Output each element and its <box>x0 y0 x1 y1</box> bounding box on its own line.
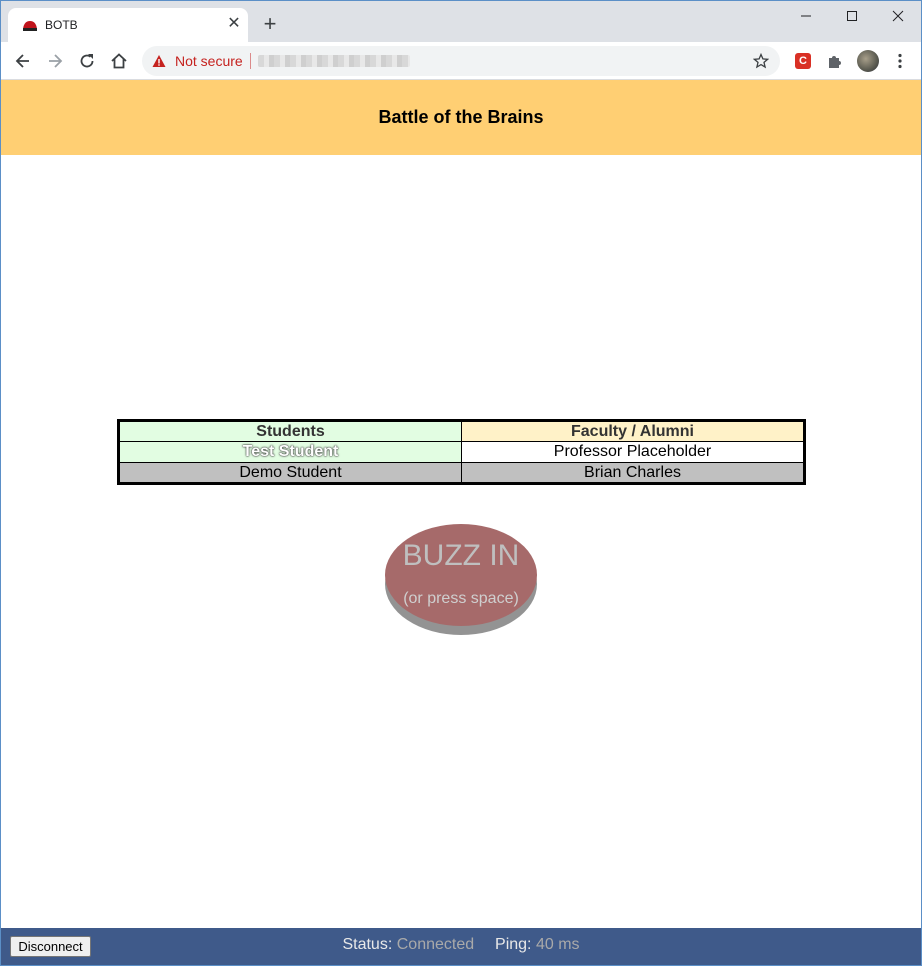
column-header-faculty: Faculty / Alumni <box>461 420 805 442</box>
buzz-label: BUZZ IN <box>402 539 520 572</box>
maximize-icon[interactable] <box>842 6 862 26</box>
warning-icon[interactable] <box>152 54 166 68</box>
status-label: Status: <box>342 936 393 953</box>
player-cell: Brian Charles <box>461 462 805 484</box>
url-text-redacted[interactable] <box>258 55 410 67</box>
profile-avatar[interactable] <box>857 50 879 72</box>
security-status[interactable]: Not secure <box>175 53 243 69</box>
tab-close-icon[interactable]: ✕ <box>226 16 242 32</box>
player-cell: Professor Placeholder <box>461 441 805 463</box>
omnibox-divider <box>250 53 251 69</box>
scoreboard-table: Students Faculty / Alumni Test Student P… <box>117 419 806 485</box>
status-bar: Disconnect Status: Connected Ping: 40 ms <box>1 928 921 965</box>
column-header-students: Students <box>118 420 462 442</box>
player-cell-active: Test Student <box>118 441 462 463</box>
buzz-hint: (or press space) <box>403 590 519 607</box>
page-header: Battle of the Brains <box>1 80 921 155</box>
extension-c-icon[interactable]: C <box>795 53 811 69</box>
address-bar[interactable]: Not secure <box>142 46 780 76</box>
star-icon[interactable] <box>753 53 769 69</box>
connection-status: Status: Connected Ping: 40 ms <box>1 936 921 954</box>
home-icon[interactable] <box>109 51 129 71</box>
reload-icon[interactable] <box>77 51 97 71</box>
table-row: Demo Student Brian Charles <box>118 462 805 484</box>
ping-value: 40 ms <box>535 936 580 953</box>
back-icon[interactable] <box>13 51 33 71</box>
player-cell: Demo Student <box>118 462 462 484</box>
new-tab-icon[interactable]: + <box>260 13 280 35</box>
table-header-row: Students Faculty / Alumni <box>118 420 805 442</box>
tab-title: BOTB <box>45 18 78 32</box>
window-close-icon[interactable] <box>888 6 908 26</box>
botb-favicon-icon <box>23 21 37 31</box>
tab-strip: BOTB ✕ + <box>0 0 922 42</box>
buzz-in-button[interactable]: BUZZ IN (or press space) <box>385 524 537 635</box>
ping-label: Ping: <box>495 936 532 953</box>
extensions-icon[interactable] <box>825 51 845 71</box>
forward-icon[interactable] <box>45 51 65 71</box>
table-row: Test Student Professor Placeholder <box>118 441 805 463</box>
browser-toolbar: Not secure <box>0 42 922 80</box>
browser-tab[interactable]: BOTB ✕ <box>8 8 248 42</box>
more-icon[interactable] <box>890 51 910 71</box>
page-title: Battle of the Brains <box>378 107 544 127</box>
status-value: Connected <box>396 936 475 953</box>
minimize-icon[interactable] <box>796 6 816 26</box>
